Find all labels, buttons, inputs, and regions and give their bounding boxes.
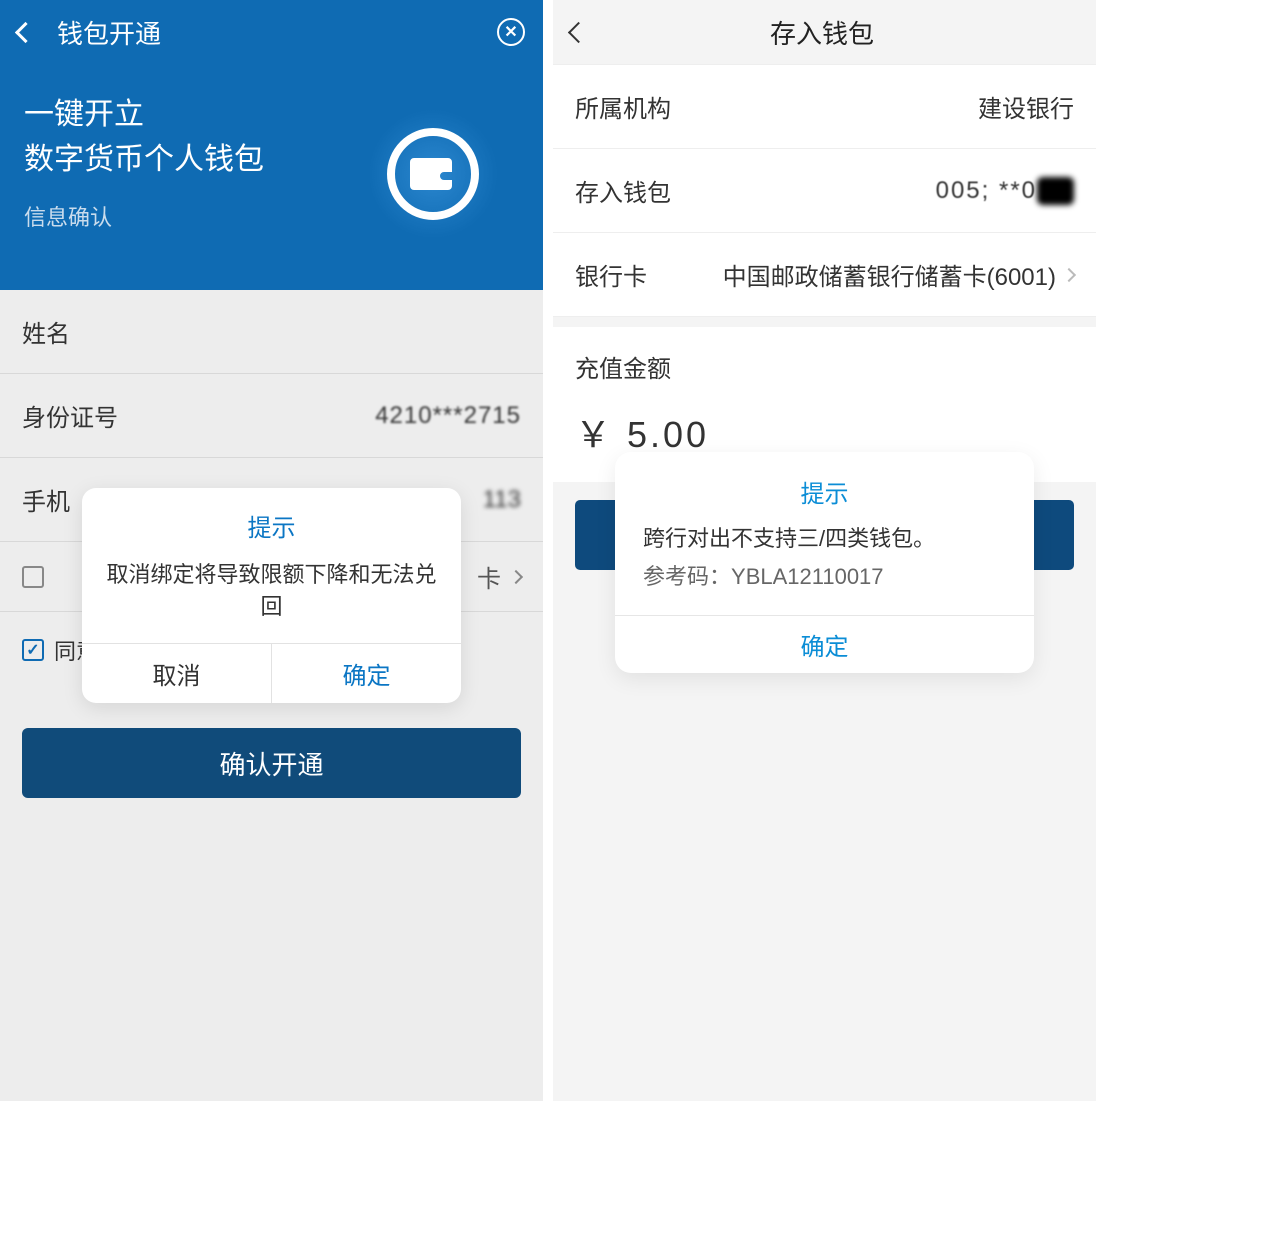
- wallet-value-wrap: 005; **0 ■■: [936, 177, 1074, 205]
- bankcard-value-wrap: 中国邮政储蓄银行储蓄卡(6001): [723, 257, 1074, 292]
- dialog-buttons: 取消 确定: [82, 643, 461, 703]
- info-section: 所属机构 建设银行 存入钱包 005; **0 ■■ 银行卡 中国邮政储蓄银行储…: [553, 64, 1096, 317]
- wallet-icon: [387, 128, 479, 220]
- chevron-right-icon: [1062, 267, 1076, 281]
- back-icon[interactable]: [15, 21, 36, 42]
- dialog-title: 提示: [615, 452, 1034, 523]
- bankcard-label: 银行卡: [575, 257, 647, 292]
- wallet-icon-outer: [363, 104, 503, 244]
- right-screenshot: 存入钱包 所属机构 建设银行 存入钱包 005; **0 ■■ 银行卡 中国邮政…: [553, 0, 1096, 1101]
- id-value: 4210***2715: [375, 402, 521, 430]
- dialog-message: 跨行对出不支持三/四类钱包。: [615, 523, 1034, 559]
- confirm-open-button[interactable]: 确认开通: [22, 728, 521, 798]
- dialog-ok-button[interactable]: 确定: [272, 644, 461, 703]
- name-row[interactable]: 姓名: [0, 290, 543, 374]
- ref-label: 参考码：: [643, 564, 731, 589]
- right-alert-dialog: 提示 跨行对出不支持三/四类钱包。 参考码：YBLA12110017 确定: [615, 452, 1034, 673]
- close-icon[interactable]: [497, 18, 525, 46]
- org-value: 建设银行: [978, 89, 1074, 124]
- wallet-label: 存入钱包: [575, 173, 671, 208]
- bankcard-row[interactable]: 银行卡 中国邮政储蓄银行储蓄卡(6001): [553, 233, 1096, 317]
- wallet-row[interactable]: 存入钱包 005; **0 ■■: [553, 149, 1096, 233]
- dialog-reference: 参考码：YBLA12110017: [615, 559, 1034, 615]
- amount-label: 充值金额: [553, 327, 1096, 406]
- wallet-value: 005; **0: [936, 177, 1037, 205]
- left-header: 钱包开通: [0, 0, 543, 64]
- id-row[interactable]: 身份证号 4210***2715: [0, 374, 543, 458]
- org-label: 所属机构: [575, 89, 671, 124]
- bankcard-value: 中国邮政储蓄银行储蓄卡(6001): [723, 257, 1056, 292]
- page-title: 钱包开通: [57, 14, 497, 51]
- dialog-cancel-button[interactable]: 取消: [82, 644, 272, 703]
- name-label: 姓名: [22, 314, 70, 349]
- wallet-value-hidden: ■■: [1037, 177, 1074, 205]
- left-screenshot: 钱包开通 一键开立 数字货币个人钱包 信息确认 姓名 身份证号 4210***2…: [0, 0, 543, 1101]
- ref-code: YBLA12110017: [731, 564, 884, 589]
- chevron-right-icon: [509, 569, 523, 583]
- right-header: 存入钱包: [553, 0, 1096, 64]
- dialog-ok-button[interactable]: 确定: [615, 615, 1034, 673]
- org-row: 所属机构 建设银行: [553, 65, 1096, 149]
- agree-checkbox[interactable]: [22, 639, 44, 661]
- dialog-message: 取消绑定将导致限额下降和无法兑回: [82, 557, 461, 643]
- left-alert-dialog: 提示 取消绑定将导致限额下降和无法兑回 取消 确定: [82, 488, 461, 703]
- bind-checkbox[interactable]: [22, 566, 44, 588]
- phone-suffix: 113: [483, 486, 521, 514]
- dialog-title: 提示: [82, 488, 461, 557]
- id-label: 身份证号: [22, 398, 118, 433]
- page-title: 存入钱包: [566, 14, 1078, 51]
- bind-card-tail: 卡: [477, 559, 501, 594]
- hero-banner: 一键开立 数字货币个人钱包 信息确认: [0, 64, 543, 290]
- phone-label: 手机: [22, 482, 70, 517]
